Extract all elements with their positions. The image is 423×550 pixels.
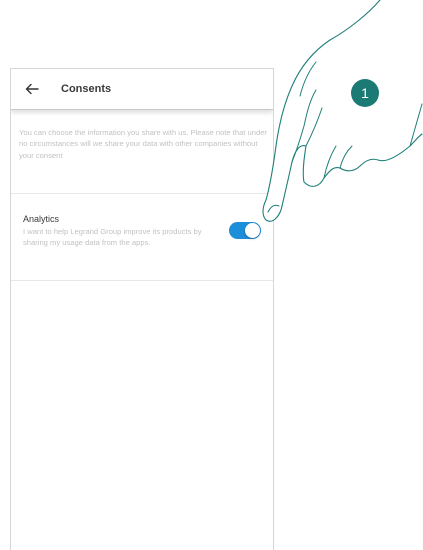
analytics-toggle[interactable] [229,222,261,239]
toggle-knob [245,223,260,238]
page-title: Consents [61,83,112,95]
back-button[interactable] [19,76,45,102]
consent-intro-text: You can choose the information you share… [19,128,267,160]
divider [11,193,273,194]
app-header: Consents [11,69,273,110]
consent-row-analytics: Analytics I want to help Legrand Group i… [11,202,273,280]
step-number-badge: 1 [351,79,379,107]
consent-description: I want to help Legrand Group improve its… [23,227,202,248]
divider [11,280,273,281]
arrow-left-icon [25,83,39,95]
phone-screen: Consents You can choose the information … [10,68,274,550]
screenshot-stage: Consents You can choose the information … [0,0,423,550]
consent-title: Analytics [23,214,60,224]
